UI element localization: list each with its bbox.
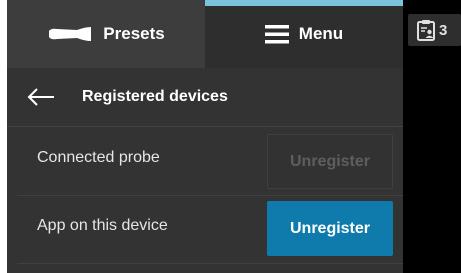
clipboard-user-icon bbox=[416, 19, 436, 41]
device-row-connected-probe: Connected probe Unregister bbox=[17, 127, 403, 196]
tab-menu-label: Menu bbox=[298, 24, 344, 43]
patient-worklist-badge[interactable]: 3 bbox=[408, 14, 461, 46]
unregister-probe-button[interactable]: Unregister bbox=[267, 134, 393, 189]
page-title: Registered devices bbox=[82, 88, 228, 105]
tab-presets[interactable]: Presets bbox=[7, 0, 205, 68]
device-label: Connected probe bbox=[37, 149, 160, 166]
page-header: Registered devices bbox=[7, 68, 403, 127]
back-arrow-icon[interactable] bbox=[27, 87, 55, 107]
top-tabs: Presets Menu bbox=[7, 0, 403, 68]
tab-menu[interactable]: Menu bbox=[205, 0, 403, 68]
menu-panel: Presets Menu Registered devices Connecte… bbox=[7, 0, 403, 273]
hamburger-icon bbox=[264, 24, 289, 44]
active-tab-indicator bbox=[205, 0, 403, 6]
unregister-app-button[interactable]: Unregister bbox=[267, 201, 393, 256]
device-label: App on this device bbox=[37, 217, 168, 234]
worklist-count: 3 bbox=[439, 21, 448, 39]
tab-presets-label: Presets bbox=[103, 24, 165, 43]
device-row-app: App on this device Unregister bbox=[17, 195, 403, 264]
probe-icon bbox=[47, 24, 93, 44]
